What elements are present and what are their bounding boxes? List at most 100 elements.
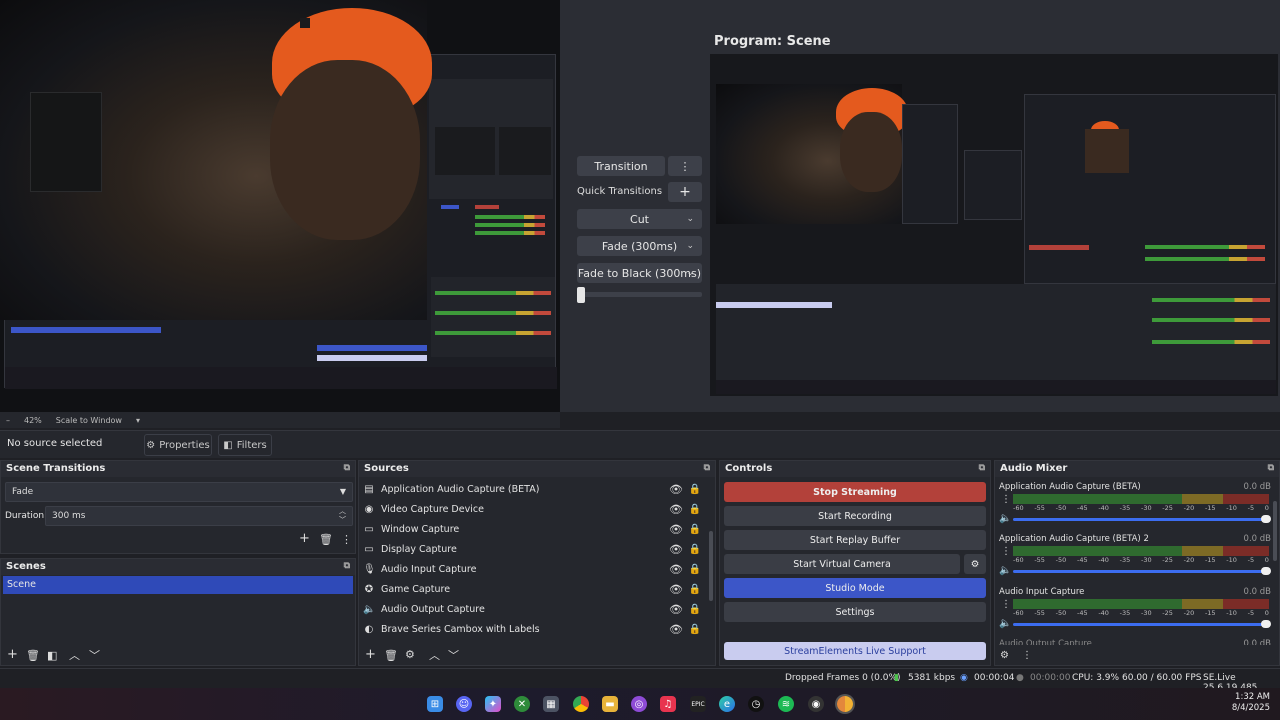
add-quick-transition-button[interactable]: + xyxy=(668,182,702,202)
start-recording-button[interactable]: Start Recording xyxy=(724,506,986,526)
lock-icon[interactable]: 🔒 xyxy=(689,504,701,515)
gear-icon[interactable]: ⚙ xyxy=(405,648,415,661)
trash-icon[interactable]: 🗑 xyxy=(384,649,398,662)
eye-icon[interactable]: 👁 xyxy=(669,503,683,516)
preview-canvas[interactable] xyxy=(0,0,560,412)
undock-icon[interactable]: ⧉ xyxy=(704,463,710,473)
system-clock[interactable]: 1:32 AM 8/4/2025 xyxy=(1232,692,1270,714)
move-up-icon[interactable]: ︿ xyxy=(69,647,80,663)
source-item[interactable]: ✪ Game Capture 👁 🔒 xyxy=(363,579,709,599)
program-canvas[interactable] xyxy=(710,54,1278,396)
spotify-icon[interactable]: ≋ xyxy=(778,696,794,712)
kebab-icon[interactable]: ⋮ xyxy=(1022,650,1032,661)
add-scene-icon[interactable]: + xyxy=(7,647,18,662)
scene-item[interactable]: Scene xyxy=(3,576,353,594)
clock-icon[interactable]: ◷ xyxy=(748,696,764,712)
t-bar-handle[interactable] xyxy=(577,287,585,303)
quick-transition-fade[interactable]: Fade (300ms) ⌄ xyxy=(577,236,702,256)
undock-icon[interactable]: ⧉ xyxy=(344,463,350,473)
transition-menu-button[interactable]: ⋮ xyxy=(668,156,702,176)
epic-games-icon[interactable]: EPIC xyxy=(690,696,706,712)
edge-icon[interactable]: e xyxy=(719,696,735,712)
source-item[interactable]: ▭ Window Capture 👁 🔒 xyxy=(363,519,709,539)
speaker-icon[interactable]: 🔈 xyxy=(999,618,1011,629)
source-item[interactable]: ▭ Display Capture 👁 🔒 xyxy=(363,539,709,559)
add-transition-icon[interactable]: + xyxy=(299,531,310,546)
kebab-icon[interactable]: ⋮ xyxy=(1001,599,1011,610)
sources-scrollbar[interactable] xyxy=(709,531,713,601)
lock-icon[interactable]: 🔒 xyxy=(689,484,701,495)
xbox-icon[interactable]: ✕ xyxy=(514,696,530,712)
source-item[interactable]: ◐ Brave Series Cambox with Labels 👁 🔒 xyxy=(363,619,709,639)
duration-field[interactable]: 300 ms ︿ ﹀ xyxy=(45,506,353,526)
discord-icon[interactable]: ☺ xyxy=(456,696,472,712)
stop-streaming-button[interactable]: Stop Streaming xyxy=(724,482,986,502)
kebab-icon[interactable]: ⋮ xyxy=(1001,494,1011,505)
volume-slider-handle[interactable] xyxy=(1261,620,1271,628)
eye-icon[interactable]: 👁 xyxy=(669,623,683,636)
volume-slider-handle[interactable] xyxy=(1261,515,1271,523)
eye-icon[interactable]: 👁 xyxy=(669,523,683,536)
windows-start-icon[interactable]: ⊞ xyxy=(427,696,443,712)
start-replay-buffer-button[interactable]: Start Replay Buffer xyxy=(724,530,986,550)
eye-icon[interactable]: 👁 xyxy=(669,563,683,576)
move-up-icon[interactable]: ︿ xyxy=(429,647,440,663)
undock-icon[interactable]: ⧉ xyxy=(979,463,985,473)
move-down-icon[interactable]: ﹀ xyxy=(89,647,100,663)
chrome-canary-icon[interactable] xyxy=(837,696,853,712)
volume-slider[interactable] xyxy=(1013,623,1265,626)
stepper-icon[interactable]: ︿ ﹀ xyxy=(339,507,346,525)
transition-select[interactable]: Fade ▼ xyxy=(5,482,353,502)
studio-mode-button[interactable]: Studio Mode xyxy=(724,578,986,598)
lock-icon[interactable]: 🔒 xyxy=(689,604,701,615)
lock-icon[interactable]: 🔒 xyxy=(689,624,701,635)
file-explorer-icon[interactable]: ▬ xyxy=(602,696,618,712)
store-icon[interactable]: ▦ xyxy=(543,696,559,712)
source-item[interactable]: ▤ Application Audio Capture (BETA) 👁 🔒 xyxy=(363,479,709,499)
volume-slider[interactable] xyxy=(1013,518,1265,521)
source-item[interactable]: 🎙 Audio Input Capture 👁 🔒 xyxy=(363,559,709,579)
move-down-icon[interactable]: ﹀ xyxy=(448,647,459,663)
add-source-icon[interactable]: + xyxy=(365,647,376,662)
lock-icon[interactable]: 🔒 xyxy=(689,544,701,555)
chrome-icon[interactable] xyxy=(573,696,589,712)
volume-slider[interactable] xyxy=(1013,570,1265,573)
virtual-camera-settings-button[interactable]: ⚙ xyxy=(964,554,986,574)
trash-icon[interactable]: 🗑 xyxy=(26,649,40,662)
podcasts-icon[interactable]: ◎ xyxy=(631,696,647,712)
kebab-icon[interactable]: ⋮ xyxy=(341,533,352,546)
source-item[interactable]: ◉ Video Capture Device 👁 🔒 xyxy=(363,499,709,519)
undock-icon[interactable]: ⧉ xyxy=(344,561,350,571)
eye-icon[interactable]: 👁 xyxy=(669,583,683,596)
t-bar-track[interactable] xyxy=(577,292,702,297)
streamelements-support-button[interactable]: StreamElements Live Support xyxy=(724,642,986,660)
scale-mode[interactable]: Scale to Window xyxy=(56,416,122,425)
transition-button[interactable]: Transition xyxy=(577,156,665,176)
undock-icon[interactable]: ⧉ xyxy=(1268,463,1274,473)
filters-button[interactable]: ◧ Filters xyxy=(218,434,272,456)
kebab-icon[interactable]: ⋮ xyxy=(1001,546,1011,557)
speaker-icon[interactable]: 🔈 xyxy=(999,565,1011,576)
filter-icon[interactable]: ◧ xyxy=(47,649,57,662)
start-virtual-camera-button[interactable]: Start Virtual Camera xyxy=(724,554,960,574)
eye-icon[interactable]: 👁 xyxy=(669,543,683,556)
lock-icon[interactable]: 🔒 xyxy=(689,524,701,535)
mixer-scrollbar[interactable] xyxy=(1273,501,1277,561)
obs-icon[interactable]: ◉ xyxy=(808,696,824,712)
trash-icon[interactable]: 🗑 xyxy=(319,533,333,546)
quick-transition-fade-black[interactable]: Fade to Black (300ms) ⌄ xyxy=(577,263,702,283)
eye-icon[interactable]: 👁 xyxy=(669,483,683,496)
volume-slider-handle[interactable] xyxy=(1261,567,1271,575)
copilot-icon[interactable]: ✦ xyxy=(485,696,501,712)
properties-button[interactable]: ⚙ Properties xyxy=(144,434,212,456)
lock-icon[interactable]: 🔒 xyxy=(689,584,701,595)
settings-button[interactable]: Settings xyxy=(724,602,986,622)
mixer-settings-icon[interactable]: ⚙ xyxy=(1000,650,1009,661)
apple-music-icon[interactable]: ♫ xyxy=(660,696,676,712)
zoom-out-button[interactable]: – xyxy=(6,416,10,425)
source-item[interactable]: 🔈 Audio Output Capture 👁 🔒 xyxy=(363,599,709,619)
lock-icon[interactable]: 🔒 xyxy=(689,564,701,575)
quick-transition-cut[interactable]: Cut ⌄ xyxy=(577,209,702,229)
scale-dropdown-icon[interactable]: ▾ xyxy=(136,416,140,425)
eye-icon[interactable]: 👁 xyxy=(669,603,683,616)
